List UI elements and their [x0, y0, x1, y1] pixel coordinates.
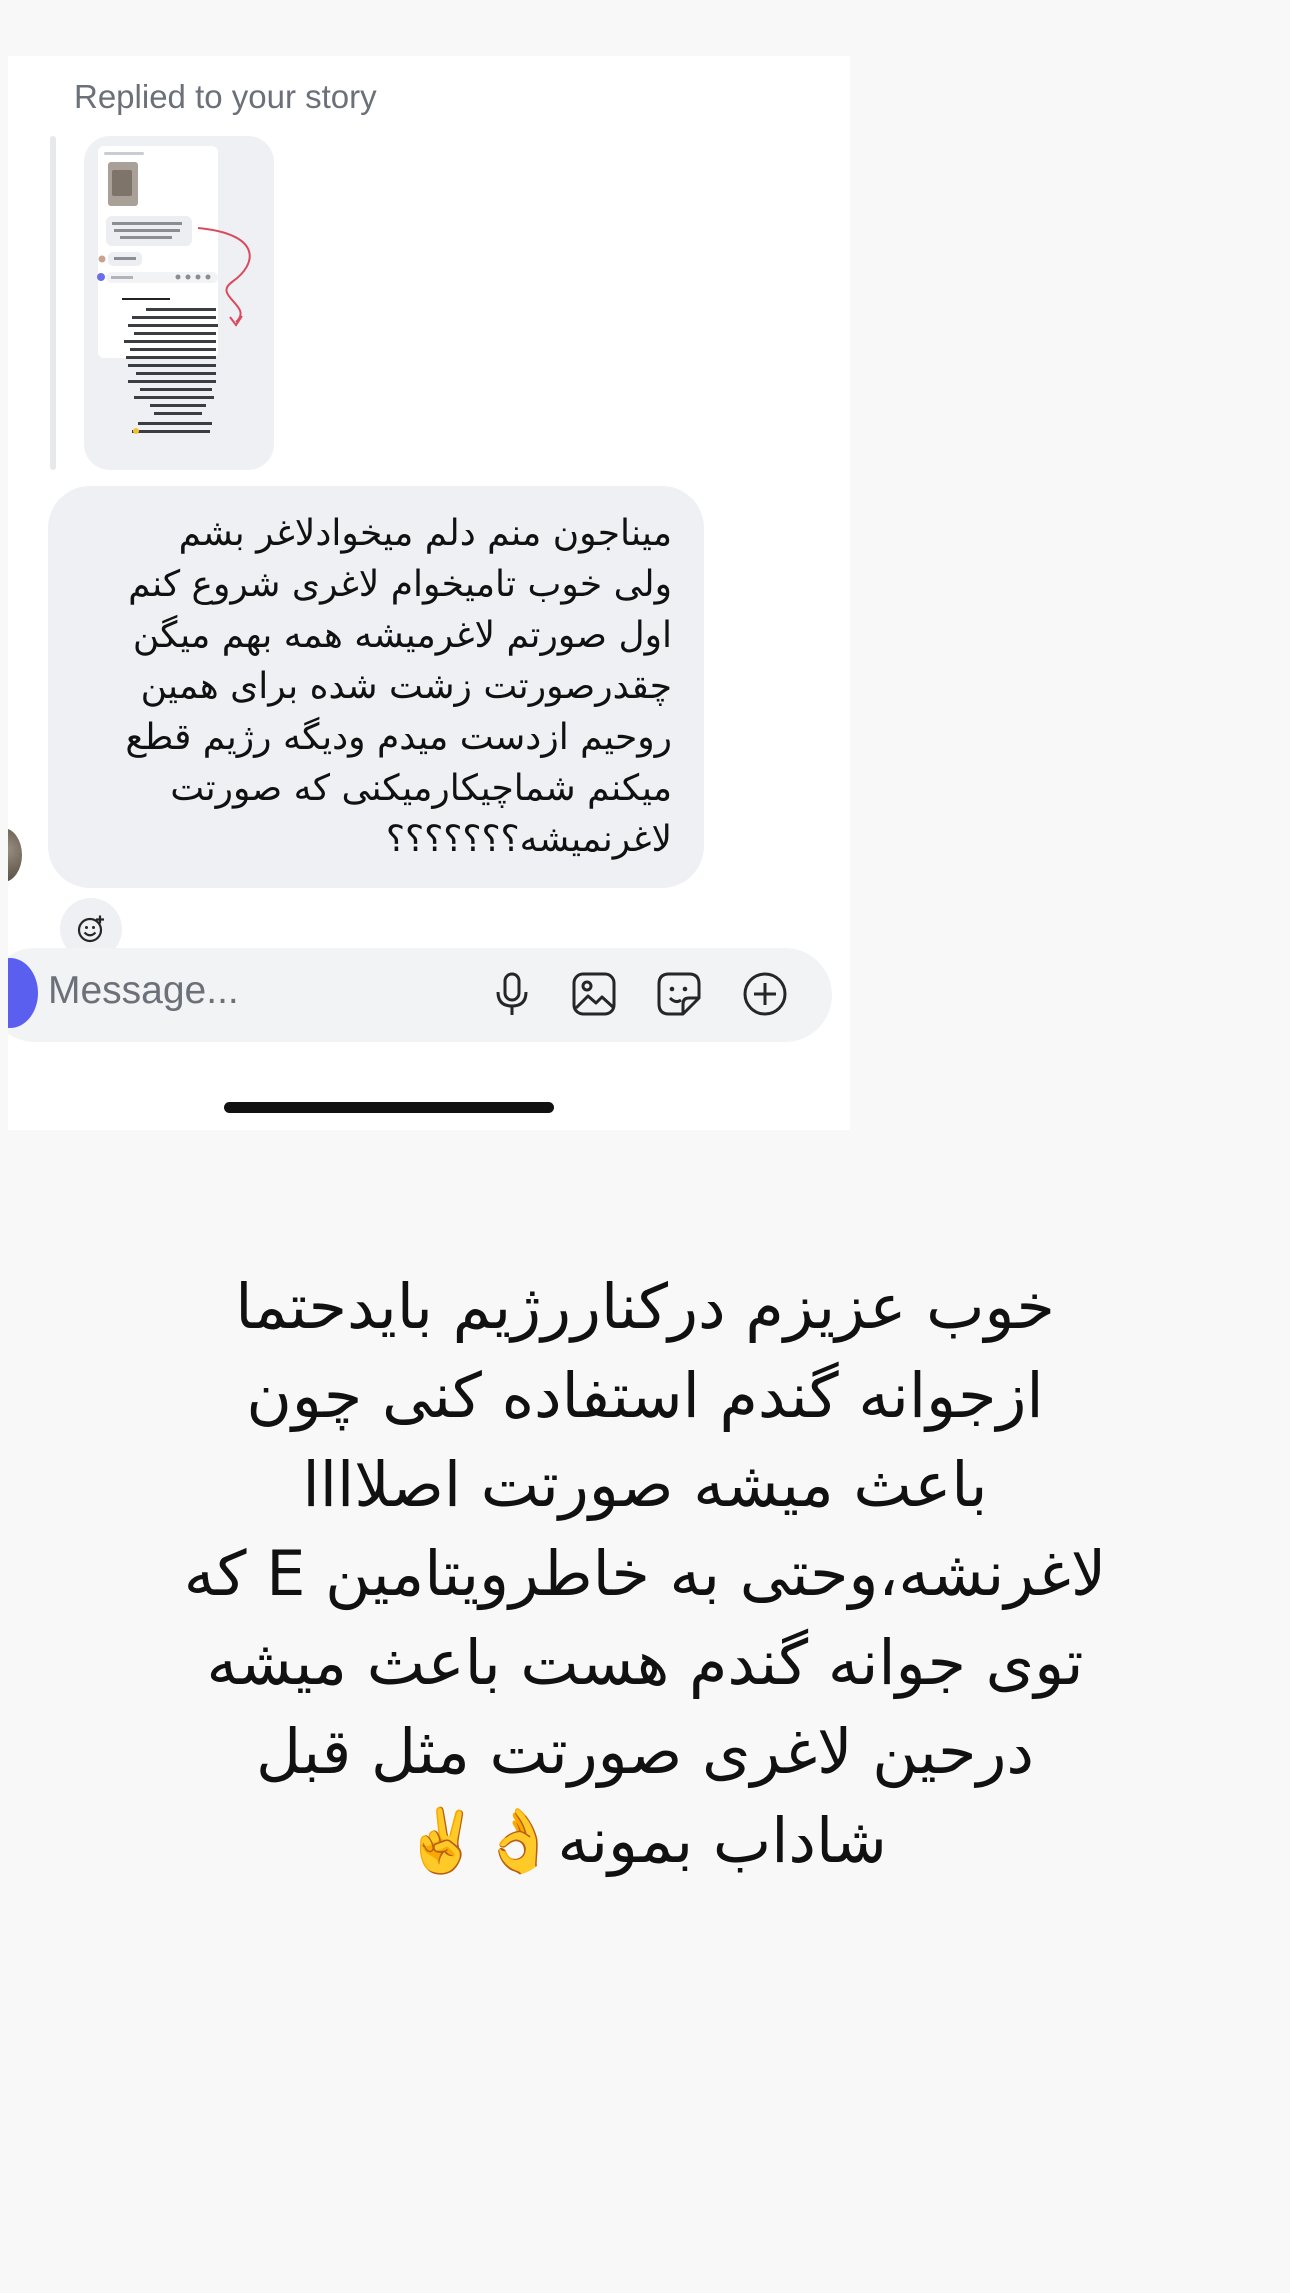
message-text: میناجون منم دلم میخوادلاغر بشم ولی خوب ت…: [125, 513, 672, 860]
smiley-add-icon: [77, 915, 104, 943]
message-bubble[interactable]: میناجون منم دلم میخوادلاغر بشم ولی خوب ت…: [48, 486, 704, 888]
sticker-button[interactable]: [653, 968, 705, 1020]
chat-screenshot: Replied to your story میناجون منم دلم می…: [8, 56, 850, 1130]
message-input[interactable]: Message...: [48, 969, 239, 1013]
microphone-button[interactable]: [486, 968, 538, 1020]
reply-indicator-bar: [50, 136, 56, 470]
add-button[interactable]: [739, 968, 791, 1020]
plus-circle-icon: [743, 972, 787, 1016]
story-preview-image: [97, 146, 251, 434]
microphone-icon: [496, 972, 528, 1015]
gallery-button[interactable]: [568, 968, 620, 1020]
replied-to-story-label: Replied to your story: [74, 78, 377, 115]
image-icon: [572, 972, 616, 1016]
home-indicator: [224, 1102, 554, 1113]
caption-text: خوب عزیزم درکناررژیم بایدحتما ازجوانه گن…: [183, 1270, 1107, 1877]
sticker-icon: [657, 972, 701, 1016]
story-thumbnail[interactable]: [84, 136, 274, 470]
sender-avatar[interactable]: [8, 828, 22, 882]
